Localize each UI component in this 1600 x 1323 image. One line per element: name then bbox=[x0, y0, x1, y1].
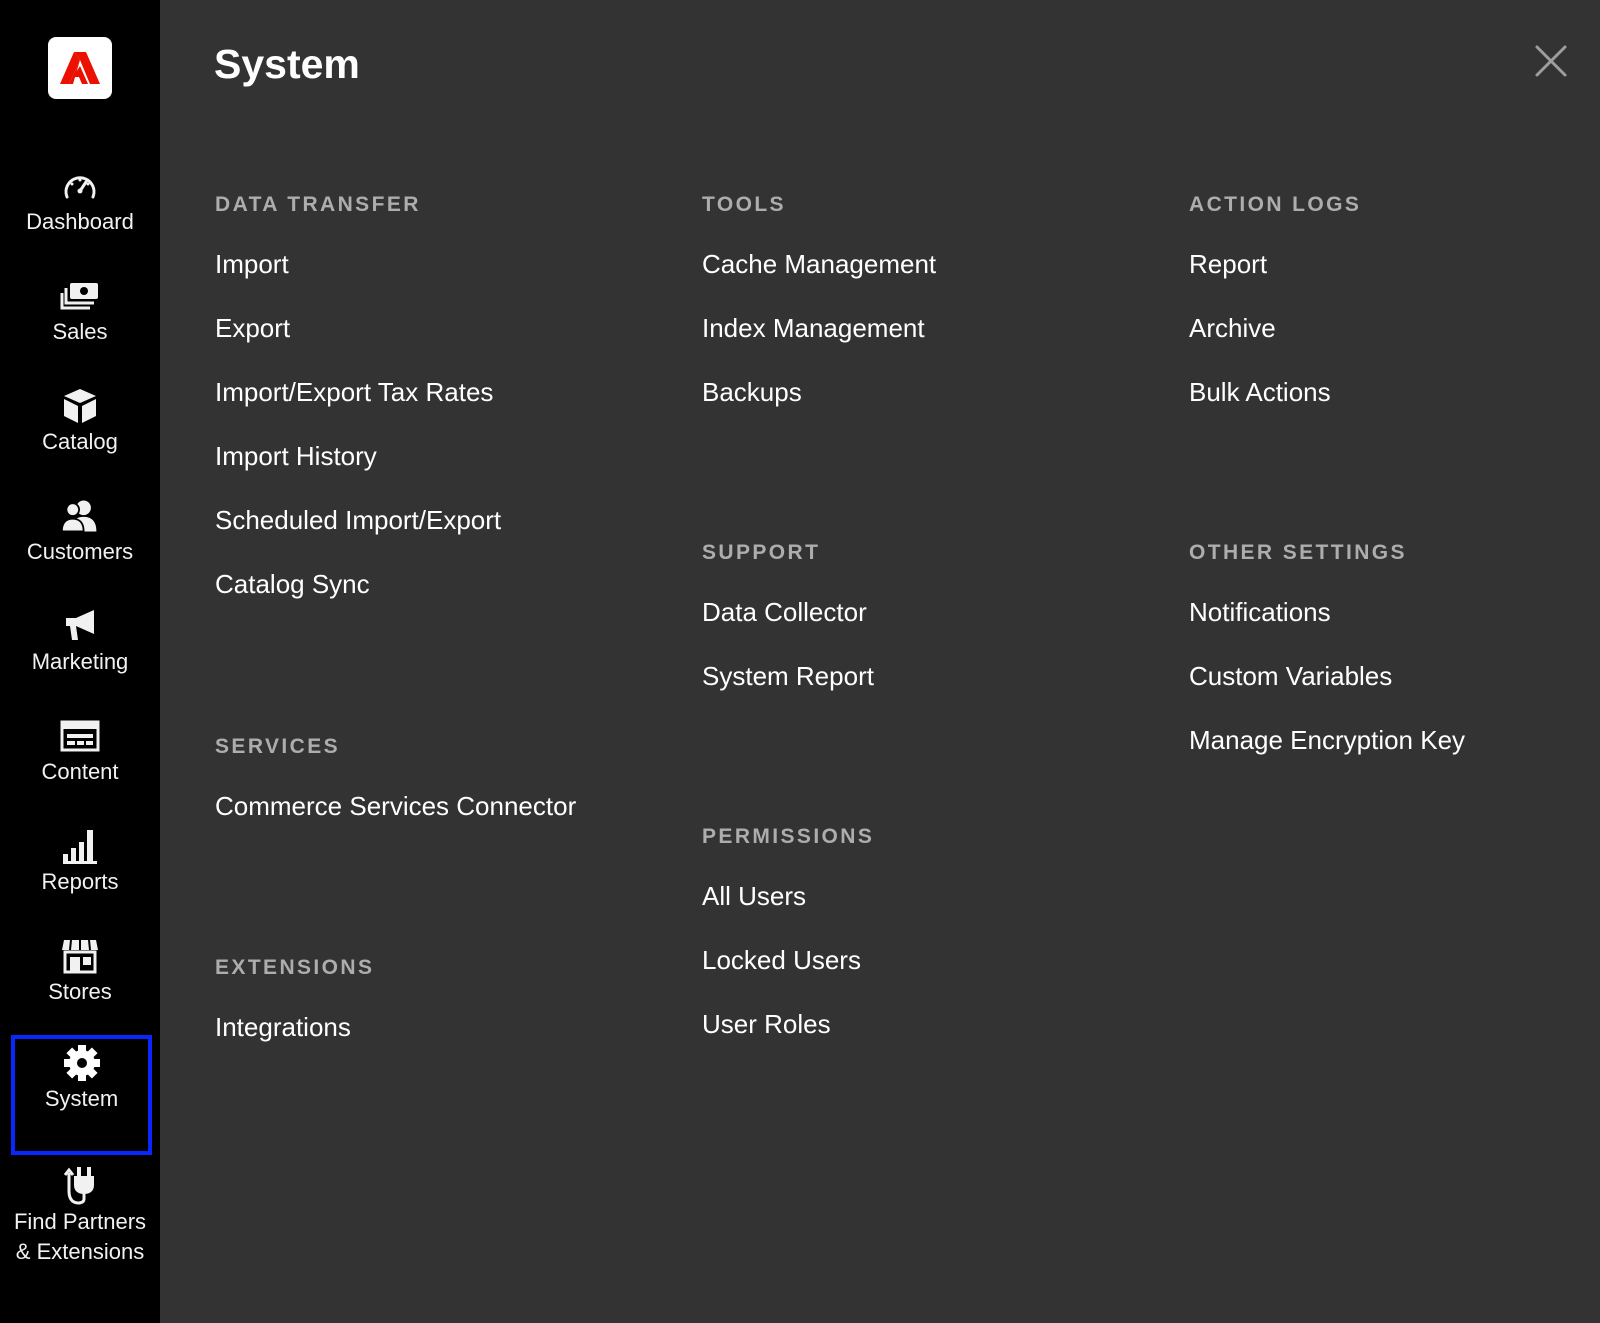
link-scheduled-import-export[interactable]: Scheduled Import/Export bbox=[215, 502, 501, 538]
plug-icon bbox=[60, 1165, 100, 1205]
link-list: Integrations bbox=[215, 1009, 374, 1073]
adobe-logo[interactable] bbox=[48, 37, 112, 99]
reports-bar-chart-icon bbox=[60, 826, 100, 866]
link-list: Commerce Services Connector bbox=[215, 788, 576, 852]
section-heading: EXTENSIONS bbox=[215, 956, 375, 979]
section-heading: ACTION LOGS bbox=[1189, 193, 1362, 216]
system-gear-icon bbox=[62, 1043, 102, 1083]
link-custom-variables[interactable]: Custom Variables bbox=[1189, 658, 1392, 694]
section-heading: PERMISSIONS bbox=[702, 825, 875, 848]
sidebar-item-label: Reports bbox=[41, 869, 119, 894]
link-list: Notifications Custom Variables Manage En… bbox=[1189, 594, 1465, 786]
link-list: Report Archive Bulk Actions bbox=[1189, 246, 1361, 438]
link-locked-users[interactable]: Locked Users bbox=[702, 942, 861, 978]
link-user-roles[interactable]: User Roles bbox=[702, 1006, 831, 1042]
section-action-logs: ACTION LOGS Report Archive Bulk Actions bbox=[1189, 192, 1361, 438]
content-layout-icon bbox=[60, 716, 100, 756]
sidebar-item-label: Catalog bbox=[42, 429, 118, 454]
link-export[interactable]: Export bbox=[215, 310, 290, 346]
link-list: All Users Locked Users User Roles bbox=[702, 878, 874, 1070]
link-notifications[interactable]: Notifications bbox=[1189, 594, 1331, 630]
section-extensions: EXTENSIONS Integrations bbox=[215, 955, 374, 1073]
section-heading: SUPPORT bbox=[702, 541, 821, 564]
link-list: Import Export Import/Export Tax Rates Im… bbox=[215, 246, 501, 630]
admin-app: Dashboard Sales Catalog Customers Market… bbox=[0, 0, 1600, 1323]
close-button[interactable] bbox=[1530, 40, 1572, 82]
section-heading: SERVICES bbox=[215, 735, 341, 758]
panel-title: System bbox=[214, 41, 360, 87]
customers-people-icon bbox=[60, 496, 100, 536]
close-icon bbox=[1535, 45, 1567, 77]
link-cache-management[interactable]: Cache Management bbox=[702, 246, 936, 282]
section-permissions: PERMISSIONS All Users Locked Users User … bbox=[702, 824, 874, 1070]
sidebar-item-stores[interactable]: Stores bbox=[0, 928, 160, 1038]
sidebar-item-label: Find Partners & Extensions bbox=[13, 1209, 147, 1264]
section-heading: OTHER SETTINGS bbox=[1189, 541, 1407, 564]
link-data-collector[interactable]: Data Collector bbox=[702, 594, 867, 630]
sidebar-item-system[interactable]: System bbox=[11, 1035, 152, 1155]
link-list: Data Collector System Report bbox=[702, 594, 874, 722]
link-system-report[interactable]: System Report bbox=[702, 658, 874, 694]
section-other-settings: OTHER SETTINGS Notifications Custom Vari… bbox=[1189, 540, 1465, 786]
sales-money-icon bbox=[60, 276, 100, 316]
link-list: Cache Management Index Management Backup… bbox=[702, 246, 936, 438]
section-support: SUPPORT Data Collector System Report bbox=[702, 540, 874, 722]
section-services: SERVICES Commerce Services Connector bbox=[215, 734, 576, 852]
link-import-export-tax-rates[interactable]: Import/Export Tax Rates bbox=[215, 374, 493, 410]
sidebar-item-label: Marketing bbox=[31, 649, 129, 674]
link-bulk-actions[interactable]: Bulk Actions bbox=[1189, 374, 1331, 410]
stores-storefront-icon bbox=[60, 936, 100, 976]
sidebar-item-sales[interactable]: Sales bbox=[0, 268, 160, 378]
catalog-box-icon bbox=[60, 386, 100, 426]
link-index-management[interactable]: Index Management bbox=[702, 310, 925, 346]
section-heading: DATA TRANSFER bbox=[215, 193, 421, 216]
sidebar-item-find-partners[interactable]: Find Partners & Extensions bbox=[0, 1165, 160, 1275]
sidebar-item-content[interactable]: Content bbox=[0, 708, 160, 818]
sidebar-item-marketing[interactable]: Marketing bbox=[0, 598, 160, 708]
section-tools: TOOLS Cache Management Index Management … bbox=[702, 192, 936, 438]
dashboard-gauge-icon bbox=[60, 166, 100, 206]
section-data-transfer: DATA TRANSFER Import Export Import/Expor… bbox=[215, 192, 501, 630]
sidebar-item-catalog[interactable]: Catalog bbox=[0, 378, 160, 488]
sidebar-item-customers[interactable]: Customers bbox=[0, 488, 160, 598]
sidebar-item-label: Sales bbox=[52, 319, 108, 344]
sidebar-item-reports[interactable]: Reports bbox=[0, 818, 160, 928]
adobe-logo-icon bbox=[60, 52, 100, 84]
sidebar-item-dashboard[interactable]: Dashboard bbox=[0, 158, 160, 268]
link-catalog-sync[interactable]: Catalog Sync bbox=[215, 566, 370, 602]
link-integrations[interactable]: Integrations bbox=[215, 1009, 351, 1045]
link-manage-encryption-key[interactable]: Manage Encryption Key bbox=[1189, 722, 1465, 758]
sidebar-item-label: System bbox=[44, 1086, 119, 1111]
sidebar-item-label: Customers bbox=[26, 539, 134, 564]
link-import[interactable]: Import bbox=[215, 246, 289, 282]
section-heading: TOOLS bbox=[702, 193, 786, 216]
link-report[interactable]: Report bbox=[1189, 246, 1267, 282]
link-all-users[interactable]: All Users bbox=[702, 878, 806, 914]
sidebar-item-label: Dashboard bbox=[26, 209, 134, 234]
link-archive[interactable]: Archive bbox=[1189, 310, 1276, 346]
admin-sidebar: Dashboard Sales Catalog Customers Market… bbox=[0, 0, 160, 1323]
link-import-history[interactable]: Import History bbox=[215, 438, 377, 474]
link-backups[interactable]: Backups bbox=[702, 374, 802, 410]
link-commerce-services-connector[interactable]: Commerce Services Connector bbox=[215, 788, 576, 824]
marketing-megaphone-icon bbox=[60, 606, 100, 646]
sidebar-item-label: Stores bbox=[48, 979, 112, 1004]
sidebar-item-label: Content bbox=[41, 759, 119, 784]
